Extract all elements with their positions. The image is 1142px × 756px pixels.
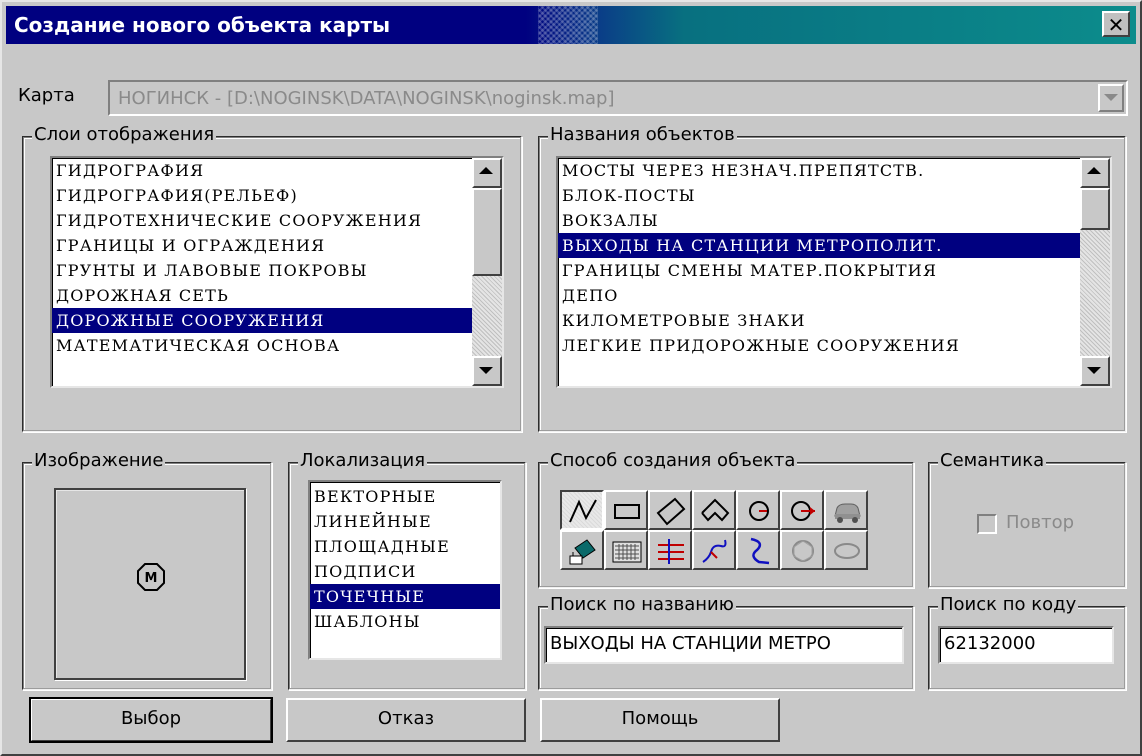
object-names-scrollbar[interactable] xyxy=(1080,158,1110,386)
image-legend: Изображение xyxy=(32,450,166,471)
polyline-icon xyxy=(569,499,597,523)
map-select[interactable]: НОГИНСК - [D:\NOGINSK\DATA\NOGINSK\nogin… xyxy=(108,80,1128,116)
semantics-legend: Семантика xyxy=(938,450,1047,471)
title-bar[interactable]: Создание нового объекта карты ✕ xyxy=(6,6,1136,44)
tool-paint-bucket[interactable] xyxy=(560,530,604,570)
scroll-up-button[interactable] xyxy=(472,158,502,188)
car-icon xyxy=(834,503,861,523)
tool-car[interactable] xyxy=(824,490,868,530)
layer-list-item[interactable]: ГИДРОТЕХНИЧЕСКИЕ СООРУЖЕНИЯ xyxy=(52,208,502,233)
scroll-thumb[interactable] xyxy=(472,188,502,276)
layers-legend: Слои отображения xyxy=(32,124,217,145)
scroll-down-button[interactable] xyxy=(1080,356,1110,386)
circle-arrow-icon xyxy=(791,501,815,521)
repeat-label: Повтор xyxy=(1006,512,1075,533)
localization-list-item[interactable]: ВЕКТОРНЫЕ xyxy=(310,484,500,509)
object-names-list: МОСТЫ ЧЕРЕЗ НЕЗНАЧ.ПРЕПЯТСТВ. БЛОК-ПОСТЫ В… xyxy=(558,158,1110,358)
localization-list: ВЕКТОРНЫЕ ЛИНЕЙНЫЕ ПЛОЩАДНЫЕ ПОДПИСИ ТОЧЕЧНЫ… xyxy=(310,484,500,634)
object-name-list-item[interactable]: МОСТЫ ЧЕРЕЗ НЕЗНАЧ.ПРЕПЯТСТВ. xyxy=(558,158,1110,183)
image-preview: M xyxy=(54,488,246,680)
search-code-input[interactable]: 62132000 xyxy=(938,626,1114,664)
keyboard-icon xyxy=(612,541,642,563)
arrow-up-icon xyxy=(479,167,493,174)
layers-listbox[interactable]: ГИДРОГРАФИЯ ГИДРОГРАФИЯ(РЕЛЬЕФ) ГИДРОТЕХНИ… xyxy=(50,156,504,388)
object-name-list-item[interactable]: ВОКЗАЛЫ xyxy=(558,208,1110,233)
layer-list-item[interactable]: МАТЕМАТИЧЕСКАЯ ОСНОВА xyxy=(52,333,502,358)
title-dither xyxy=(538,6,598,44)
arrow-down-icon xyxy=(1087,367,1101,374)
scroll-thumb[interactable] xyxy=(1080,188,1110,230)
localization-list-item[interactable]: ШАБЛОНЫ xyxy=(310,609,500,634)
pentagon-icon xyxy=(701,498,730,522)
diamond-icon xyxy=(656,497,686,526)
localization-list-item[interactable]: ЛИНЕЙНЫЕ xyxy=(310,509,500,534)
create-map-object-dialog: Создание нового объекта карты ✕ Карта НО… xyxy=(0,0,1142,756)
tool-curve[interactable] xyxy=(692,530,736,570)
help-button[interactable]: Помощь xyxy=(540,698,780,742)
chevron-down-icon xyxy=(1104,94,1118,101)
layer-list-item[interactable]: ДОРОЖНЫЕ СООРУЖЕНИЯ xyxy=(52,308,502,333)
object-name-list-item[interactable]: ДЕПО xyxy=(558,283,1110,308)
object-names-legend: Названия объектов xyxy=(548,124,737,145)
tool-spline[interactable] xyxy=(736,530,780,570)
close-icon: ✕ xyxy=(1107,13,1125,37)
object-name-list-item[interactable]: БЛОК-ПОСТЫ xyxy=(558,183,1110,208)
search-code-value: 62132000 xyxy=(944,633,1036,654)
select-button[interactable]: Выбор xyxy=(29,697,273,743)
tool-rectangle[interactable] xyxy=(604,490,648,530)
layer-list-item[interactable]: ГИДРОГРАФИЯ(РЕЛЬЕФ) xyxy=(52,183,502,208)
circle-icon xyxy=(749,501,769,521)
tool-ellipse[interactable] xyxy=(824,530,868,570)
polygon-circle-icon xyxy=(792,540,814,562)
parallel-lines-icon xyxy=(658,539,684,564)
object-names-listbox[interactable]: МОСТЫ ЧЕРЕЗ НЕЗНАЧ.ПРЕПЯТСТВ. БЛОК-ПОСТЫ В… xyxy=(556,156,1112,388)
paint-bucket-icon xyxy=(569,539,596,565)
layer-list-item[interactable]: ГРУНТЫ И ЛАВОВЫЕ ПОКРОВЫ xyxy=(52,258,502,283)
arrow-up-icon xyxy=(1087,167,1101,174)
repeat-checkbox[interactable] xyxy=(977,514,997,534)
layers-list: ГИДРОГРАФИЯ ГИДРОГРАФИЯ(РЕЛЬЕФ) ГИДРОТЕХНИ… xyxy=(52,158,502,358)
localization-listbox[interactable]: ВЕКТОРНЫЕ ЛИНЕЙНЫЕ ПЛОЩАДНЫЕ ПОДПИСИ ТОЧЕЧНЫ… xyxy=(308,480,502,660)
object-name-list-item[interactable]: ГРАНИЦЫ СМЕНЫ МАТЕР.ПОКРЫТИЯ xyxy=(558,258,1110,283)
map-select-value: НОГИНСК - [D:\NOGINSK\DATA\NOGINSK\nogin… xyxy=(118,88,615,109)
search-code-legend: Поиск по коду xyxy=(938,594,1079,615)
layer-list-item[interactable]: ГИДРОГРАФИЯ xyxy=(52,158,502,183)
search-name-input[interactable]: ВЫХОДЫ НА СТАНЦИИ МЕТРО xyxy=(544,626,904,664)
object-name-list-item[interactable]: КИЛОМЕТРОВЫЕ ЗНАКИ xyxy=(558,308,1110,333)
search-name-value: ВЫХОДЫ НА СТАНЦИИ МЕТРО xyxy=(550,633,831,654)
window-title: Создание нового объекта карты xyxy=(14,13,391,37)
layer-list-item[interactable]: ДОРОЖНАЯ СЕТЬ xyxy=(52,283,502,308)
spline-icon xyxy=(750,537,770,565)
map-label: Карта xyxy=(18,85,75,106)
map-select-dropdown-button[interactable] xyxy=(1098,84,1124,112)
search-name-legend: Поиск по названию xyxy=(548,594,736,615)
layer-list-item[interactable]: ГРАНИЦЫ И ОГРАЖДЕНИЯ xyxy=(52,233,502,258)
object-name-list-item[interactable]: ЛЕГКИЕ ПРИДОРОЖНЫЕ СООРУЖЕНИЯ xyxy=(558,333,1110,358)
scroll-down-button[interactable] xyxy=(472,356,502,386)
tool-diamond[interactable] xyxy=(648,490,692,530)
tool-circle-arrow[interactable] xyxy=(780,490,824,530)
arrow-down-icon xyxy=(479,367,493,374)
localization-list-item[interactable]: ПЛОЩАДНЫЕ xyxy=(310,534,500,559)
ellipse-icon xyxy=(834,543,860,559)
localization-list-item[interactable]: ПОДПИСИ xyxy=(310,559,500,584)
scroll-up-button[interactable] xyxy=(1080,158,1110,188)
metro-symbol-icon: M xyxy=(137,563,165,591)
tool-pentagon[interactable] xyxy=(692,490,736,530)
tool-polygon-circle[interactable] xyxy=(780,530,824,570)
metro-symbol-text: M xyxy=(145,571,158,586)
creation-method-legend: Способ создания объекта xyxy=(548,450,798,471)
localization-list-item[interactable]: ТОЧЕЧНЫЕ xyxy=(310,584,500,609)
curve-blue-icon xyxy=(702,539,727,563)
object-name-list-item[interactable]: ВЫХОДЫ НА СТАНЦИИ МЕТРОПОЛИТ. xyxy=(558,233,1110,258)
layers-scrollbar[interactable] xyxy=(472,158,502,386)
tool-polyline[interactable] xyxy=(560,490,604,530)
tool-circle[interactable] xyxy=(736,490,780,530)
tool-keyboard[interactable] xyxy=(604,530,648,570)
tool-parallel-lines[interactable] xyxy=(648,530,692,570)
localization-legend: Локализация xyxy=(298,450,428,471)
close-button[interactable]: ✕ xyxy=(1102,11,1130,37)
rectangle-icon xyxy=(614,504,640,519)
cancel-button[interactable]: Отказ xyxy=(286,698,526,742)
